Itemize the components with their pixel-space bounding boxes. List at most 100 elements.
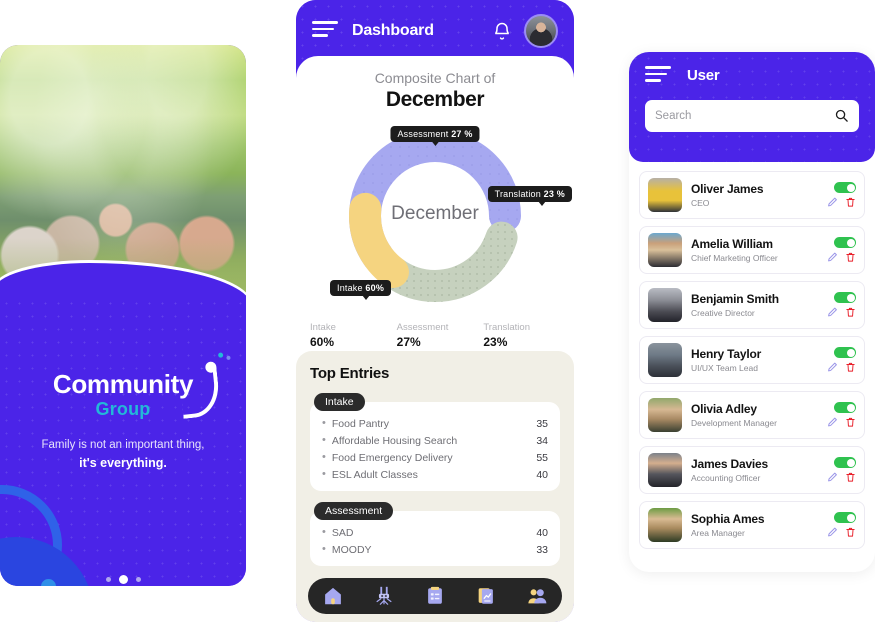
chip-translation: Translation 23 % (487, 186, 572, 202)
status-toggle[interactable] (834, 457, 856, 468)
entry-group-label: Assessment (314, 502, 394, 520)
person-icon[interactable] (373, 585, 395, 607)
list-item[interactable]: • SAD 40 (322, 524, 548, 541)
user-list: Oliver James CEO Amelia William Chief Ma… (629, 162, 875, 549)
search-input[interactable] (655, 109, 834, 122)
table-row[interactable]: Oliver James CEO (639, 171, 865, 219)
status-toggle[interactable] (834, 182, 856, 193)
list-item[interactable]: • Affordable Housing Search 34 (322, 432, 548, 449)
list-item[interactable]: • Food Emergency Delivery 55 (322, 449, 548, 466)
bullet-icon: • (322, 468, 326, 480)
delete-trash-icon[interactable] (845, 196, 856, 208)
bullet-icon: • (322, 434, 326, 446)
bullet-icon: • (322, 526, 326, 538)
status-toggle[interactable] (834, 292, 856, 303)
user-role: Creative Director (691, 308, 755, 319)
table-row[interactable]: Sophia Ames Area Manager (639, 501, 865, 549)
delete-trash-icon[interactable] (845, 306, 856, 318)
table-row[interactable]: Amelia William Chief Marketing Officer (639, 226, 865, 274)
avatar (648, 288, 682, 322)
entry-label: ESL Adult Classes (331, 468, 418, 481)
table-row[interactable]: Henry Taylor UI/UX Team Lead (639, 336, 865, 384)
user-name: Oliver James (691, 181, 764, 196)
edit-pencil-icon[interactable] (827, 196, 838, 208)
delete-trash-icon[interactable] (845, 471, 856, 483)
search-icon[interactable] (834, 108, 849, 123)
chart-subtitle: Composite Chart of (374, 70, 496, 86)
status-toggle[interactable] (834, 512, 856, 523)
chip-translation-name: Translation (494, 189, 541, 199)
entry-count: 40 (536, 526, 548, 539)
notification-bell-icon[interactable] (492, 20, 512, 42)
chip-assessment-name: Assessment (397, 129, 449, 139)
chart-title: December (385, 88, 485, 111)
top-entries-title: Top Entries (310, 365, 390, 382)
user-role: Area Manager (691, 528, 745, 539)
bullet-icon: • (322, 451, 326, 463)
onboarding-body: Community Group Family is not an importa… (0, 297, 246, 586)
legend-label: Translation (483, 322, 530, 333)
user-name: Olivia Adley (691, 401, 757, 416)
user-role: Accounting Officer (691, 473, 761, 484)
table-row[interactable]: Olivia Adley Development Manager (639, 391, 865, 439)
page-title: User (687, 67, 720, 85)
page-title: Dashboard (352, 22, 434, 39)
dashboard-header: Dashboard (296, 0, 574, 62)
legend-value: 23% (483, 335, 508, 349)
hamburger-icon[interactable] (312, 21, 338, 41)
delete-trash-icon[interactable] (845, 251, 856, 263)
carousel-pager[interactable] (0, 575, 246, 584)
edit-pencil-icon[interactable] (827, 361, 838, 373)
legend-value: 27% (396, 335, 421, 349)
table-row[interactable]: Benjamin Smith Creative Director (639, 281, 865, 329)
search-bar[interactable] (645, 99, 859, 132)
pager-dot-3[interactable] (135, 577, 141, 582)
table-row[interactable]: James Davies Accounting Officer (639, 446, 865, 494)
list-item[interactable]: • MOODY 33 (322, 541, 548, 558)
report-icon[interactable] (475, 585, 497, 607)
edit-pencil-icon[interactable] (827, 306, 838, 318)
chip-assessment: Assessment 27 % (390, 126, 480, 142)
clipboard-icon[interactable] (424, 585, 446, 607)
entry-label: Affordable Housing Search (331, 434, 458, 447)
pager-dot-1[interactable] (105, 577, 111, 582)
user-role: UI/UX Team Lead (691, 363, 758, 374)
entry-count: 34 (536, 434, 548, 447)
donut-center-label: December (391, 203, 479, 224)
avatar (648, 233, 682, 267)
user-role: Development Manager (691, 418, 777, 429)
delete-trash-icon[interactable] (845, 416, 856, 428)
list-item[interactable]: • Food Pantry 35 (322, 415, 548, 432)
bullet-icon: • (322, 543, 326, 555)
donut-chart: December Assessment 27 % Translation 23 … (296, 118, 574, 318)
edit-pencil-icon[interactable] (827, 526, 838, 538)
dashboard-panel: Dashboard Composite Chart of December De… (296, 0, 574, 622)
user-panel-header: User (629, 52, 875, 162)
user-name: Henry Taylor (691, 346, 762, 361)
users-icon[interactable] (526, 585, 548, 607)
dashboard-sheet: Composite Chart of December December Ass… (296, 56, 574, 622)
edit-pencil-icon[interactable] (827, 471, 838, 483)
home-icon[interactable] (322, 585, 344, 607)
chip-intake-name: Intake (337, 283, 363, 293)
chip-intake: Intake 60% (330, 280, 392, 296)
tagline-line-2: it's everything. (79, 456, 167, 471)
onboarding-panel: Community Group Family is not an importa… (0, 45, 246, 586)
status-toggle[interactable] (834, 347, 856, 358)
user-avatar[interactable] (524, 14, 558, 48)
edit-pencil-icon[interactable] (827, 251, 838, 263)
entry-group-label: Intake (314, 393, 365, 411)
status-toggle[interactable] (834, 402, 856, 413)
delete-trash-icon[interactable] (845, 526, 856, 538)
hamburger-icon[interactable] (645, 66, 671, 86)
pager-dot-2-active[interactable] (118, 575, 128, 584)
delete-trash-icon[interactable] (845, 361, 856, 373)
edit-pencil-icon[interactable] (827, 416, 838, 428)
entry-count: 35 (536, 417, 548, 430)
list-item[interactable]: • ESL Adult Classes 40 (322, 466, 548, 483)
entry-card: • Food Pantry 35 • Affordable Housing Se… (310, 402, 560, 491)
user-name: Sophia Ames (691, 511, 765, 526)
status-toggle[interactable] (834, 237, 856, 248)
entry-group-assessment: Assessment • SAD 40 • MOODY 33 (310, 501, 560, 566)
chip-translation-value: 23 % (543, 189, 565, 199)
